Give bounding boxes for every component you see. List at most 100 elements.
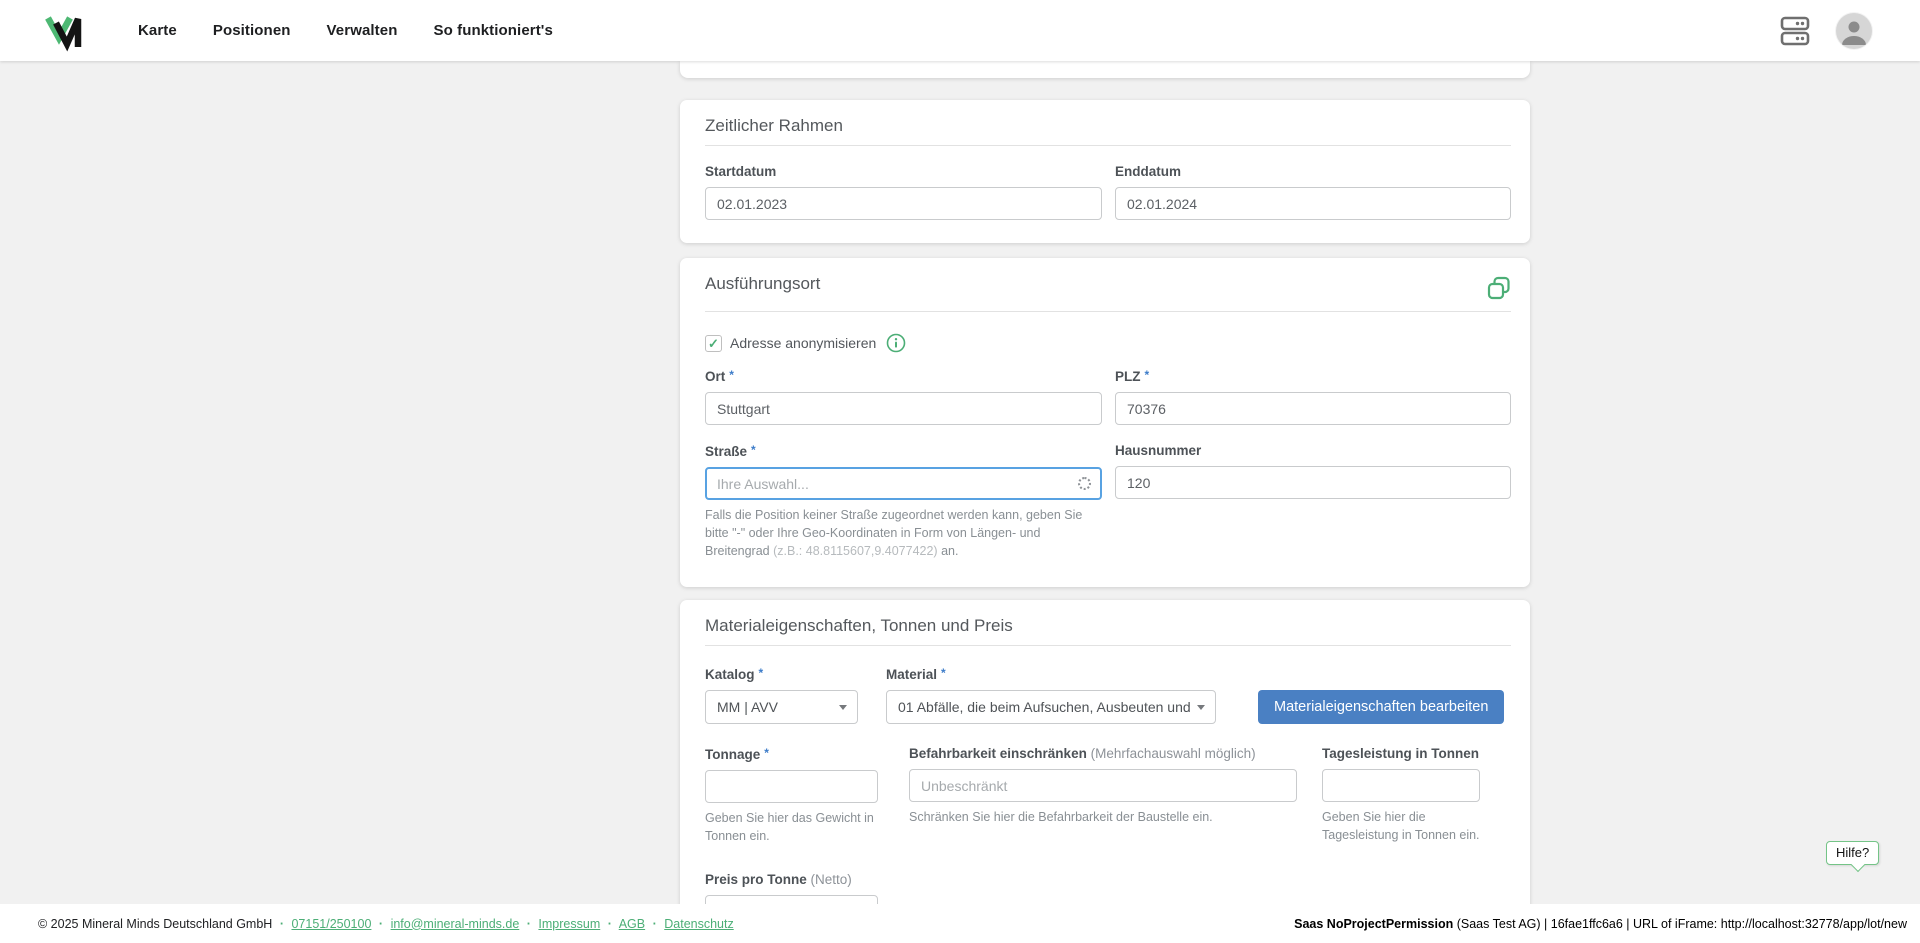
tonnage-label: Tonnage * bbox=[705, 746, 878, 762]
tonnage-input[interactable] bbox=[705, 770, 878, 803]
hausnummer-input[interactable] bbox=[1115, 466, 1511, 499]
befahrbarkeit-label: Befahrbarkeit einschränken (Mehrfachausw… bbox=[909, 746, 1297, 761]
help-button[interactable]: Hilfe? bbox=[1826, 841, 1879, 865]
startdatum-label: Startdatum bbox=[705, 164, 1102, 179]
user-avatar[interactable] bbox=[1836, 13, 1872, 49]
katalog-select[interactable]: MM | AVV bbox=[705, 690, 858, 724]
material-select[interactable]: 01 Abfälle, die beim Aufsuchen, Ausbeute… bbox=[886, 690, 1216, 724]
nav-item-karte[interactable]: Karte bbox=[138, 22, 177, 39]
footer-left: © 2025 Mineral Minds Deutschland GmbH · … bbox=[38, 917, 734, 931]
ort-label-text: Ort bbox=[705, 369, 725, 384]
edit-material-button[interactable]: Materialeigenschaften bearbeiten bbox=[1258, 690, 1504, 724]
material-label-text: Material bbox=[886, 667, 937, 682]
footer-datenschutz-link[interactable]: Datenschutz bbox=[664, 917, 733, 931]
field-ort: Ort * bbox=[705, 368, 1102, 425]
footer-agb-link[interactable]: AGB bbox=[619, 917, 645, 931]
info-icon[interactable] bbox=[886, 333, 906, 353]
footer-session-info: (Saas Test AG) | 16fae1ffc6a6 | URL of i… bbox=[1453, 917, 1907, 931]
top-nav: Karte Positionen Verwalten So funktionie… bbox=[0, 0, 1920, 61]
section-material: Materialeigenschaften, Tonnen und Preis … bbox=[680, 600, 1530, 943]
enddatum-input[interactable] bbox=[1115, 187, 1511, 220]
befahrbarkeit-label-hint: (Mehrfachauswahl möglich) bbox=[1091, 746, 1256, 761]
required-marker: * bbox=[941, 666, 946, 680]
section-title-zeitlicher-rahmen: Zeitlicher Rahmen bbox=[705, 116, 843, 136]
befahrbarkeit-help-text: Schränken Sie hier die Befahrbarkeit der… bbox=[909, 809, 1297, 827]
card-stub bbox=[680, 61, 1530, 78]
strasse-help-text: Falls die Position keiner Straße zugeord… bbox=[705, 507, 1102, 560]
section-divider bbox=[705, 145, 1511, 146]
section-divider bbox=[705, 645, 1511, 646]
tonnage-label-text: Tonnage bbox=[705, 747, 760, 762]
field-hausnummer: Hausnummer bbox=[1115, 443, 1511, 560]
anonymize-checkbox[interactable]: ✓ bbox=[705, 335, 722, 352]
strasse-input[interactable] bbox=[705, 467, 1102, 500]
footer-tenant-name: Saas NoProjectPermission bbox=[1294, 917, 1453, 931]
footer-email-link[interactable]: info@mineral-minds.de bbox=[391, 917, 520, 931]
field-material: Material * 01 Abfälle, die beim Aufsuchen… bbox=[886, 666, 1216, 724]
footer: © 2025 Mineral Minds Deutschland GmbH · … bbox=[0, 904, 1920, 943]
ort-input[interactable] bbox=[705, 392, 1102, 425]
copy-icon[interactable] bbox=[1487, 276, 1511, 302]
footer-impressum-link[interactable]: Impressum bbox=[538, 917, 600, 931]
befahrbarkeit-input[interactable] bbox=[909, 769, 1297, 802]
field-katalog: Katalog* MM | AVV bbox=[705, 666, 858, 724]
befahrbarkeit-label-text: Befahrbarkeit einschränken bbox=[909, 746, 1087, 761]
section-title-material: Materialeigenschaften, Tonnen und Preis bbox=[705, 616, 1013, 636]
strasse-help-end: an. bbox=[941, 544, 958, 558]
field-befahrbarkeit: Befahrbarkeit einschränken (Mehrfachausw… bbox=[909, 746, 1297, 827]
field-startdatum: Startdatum bbox=[705, 164, 1102, 220]
field-plz: PLZ * bbox=[1115, 368, 1511, 425]
footer-copyright: © 2025 Mineral Minds Deutschland GmbH bbox=[38, 917, 272, 931]
enddatum-label: Enddatum bbox=[1115, 164, 1511, 179]
tagesleistung-help-text: Geben Sie hier die Tagesleistung in Tonn… bbox=[1322, 809, 1480, 845]
required-marker: * bbox=[751, 443, 756, 457]
field-strasse: Straße * Falls die Position keiner Straße… bbox=[705, 443, 1102, 560]
section-title-ausfuehrungsort: Ausführungsort bbox=[705, 274, 820, 294]
plz-label: PLZ * bbox=[1115, 368, 1511, 384]
footer-separator: · bbox=[608, 917, 612, 931]
nav-item-positionen[interactable]: Positionen bbox=[213, 22, 291, 39]
list-rows-icon[interactable] bbox=[1780, 14, 1810, 48]
footer-phone-link[interactable]: 07151/250100 bbox=[291, 917, 371, 931]
tagesleistung-input[interactable] bbox=[1322, 769, 1480, 802]
footer-separator: · bbox=[280, 917, 284, 931]
anonymize-label: Adresse anonymisieren bbox=[730, 335, 876, 351]
section-divider bbox=[705, 311, 1511, 312]
required-marker: * bbox=[729, 368, 734, 382]
field-tonnage: Tonnage* Geben Sie hier das Gewicht in T… bbox=[705, 746, 878, 846]
required-marker: * bbox=[1145, 368, 1150, 382]
help-bubble-tail bbox=[1851, 858, 1865, 872]
tagesleistung-label: Tagesleistung in Tonnen bbox=[1322, 746, 1480, 761]
katalog-label-text: Katalog bbox=[705, 667, 755, 682]
ort-label: Ort * bbox=[705, 368, 1102, 384]
required-marker: * bbox=[764, 746, 769, 760]
strasse-label-text: Straße bbox=[705, 444, 747, 459]
katalog-select-value: MM | AVV bbox=[717, 699, 833, 715]
chevron-down-icon bbox=[839, 705, 847, 710]
app-logo[interactable] bbox=[44, 10, 86, 52]
startdatum-input[interactable] bbox=[705, 187, 1102, 220]
hausnummer-label: Hausnummer bbox=[1115, 443, 1511, 458]
material-label: Material * bbox=[886, 666, 1216, 682]
footer-right: Saas NoProjectPermission (Saas Test AG) … bbox=[1294, 917, 1907, 931]
field-enddatum: Enddatum bbox=[1115, 164, 1511, 220]
nav-item-verwalten[interactable]: Verwalten bbox=[327, 22, 398, 39]
person-icon bbox=[1836, 13, 1872, 49]
field-tagesleistung: Tagesleistung in Tonnen Geben Sie hier d… bbox=[1322, 746, 1480, 845]
material-select-value: 01 Abfälle, die beim Aufsuchen, Ausbeute… bbox=[898, 699, 1191, 715]
preis-label-text: Preis pro Tonne bbox=[705, 872, 807, 887]
chevron-down-icon bbox=[1197, 705, 1205, 710]
section-ausfuehrungsort: Ausführungsort ✓ Adresse anonymisieren O… bbox=[680, 258, 1530, 587]
loading-spinner-icon bbox=[1078, 477, 1091, 490]
footer-separator: · bbox=[653, 917, 657, 931]
strasse-label: Straße * bbox=[705, 443, 1102, 459]
main-nav: Karte Positionen Verwalten So funktionie… bbox=[138, 22, 553, 39]
footer-separator: · bbox=[379, 917, 383, 931]
nav-right bbox=[1780, 13, 1872, 49]
plz-input[interactable] bbox=[1115, 392, 1511, 425]
plz-label-text: PLZ bbox=[1115, 369, 1141, 384]
strasse-help-example: (z.B.: 48.8115607,9.4077422) bbox=[773, 544, 937, 558]
katalog-label: Katalog* bbox=[705, 666, 858, 682]
nav-item-so-funktionierts[interactable]: So funktioniert's bbox=[433, 22, 552, 39]
help-button-label: Hilfe? bbox=[1836, 845, 1869, 860]
